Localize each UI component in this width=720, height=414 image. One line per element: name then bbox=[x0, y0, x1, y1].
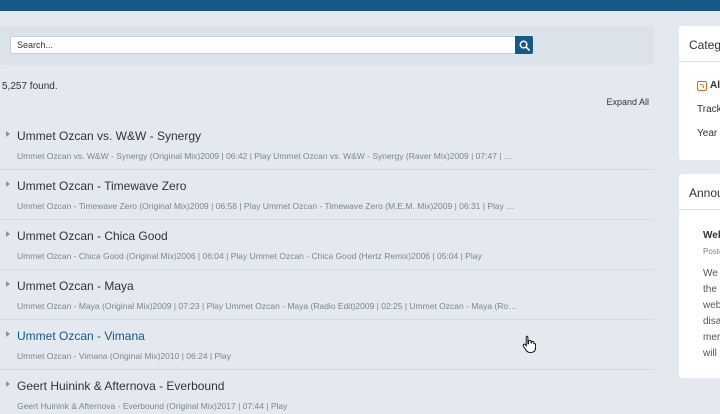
list-item: Ummet Ozcan - Vimana Ummet Ozcan - Viman… bbox=[0, 320, 654, 370]
categories-heading: Categ bbox=[679, 26, 720, 62]
expand-arrow-icon[interactable] bbox=[6, 281, 10, 287]
announcement-text-line: disa bbox=[703, 316, 720, 327]
category-item-track[interactable]: Track bbox=[697, 104, 720, 115]
announcement-posted: Poste bbox=[703, 247, 720, 256]
expand-arrow-icon[interactable] bbox=[6, 181, 10, 187]
announcement-text-line: will bbox=[703, 348, 717, 359]
list-item: Ummet Ozcan vs. W&W - Synergy Ummet Ozca… bbox=[0, 120, 654, 170]
category-item-all[interactable]: Al bbox=[697, 80, 720, 91]
categories-card: Categ Track Year bbox=[679, 26, 720, 160]
results-count: 5,257 found. bbox=[2, 81, 58, 92]
list-item: Ummet Ozcan - Timewave Zero Ummet Ozcan … bbox=[0, 170, 654, 220]
result-title[interactable]: Ummet Ozcan - Timewave Zero bbox=[17, 179, 186, 193]
category-all-label: Al bbox=[710, 80, 720, 91]
expand-arrow-icon[interactable] bbox=[6, 131, 10, 137]
list-item: Ummet Ozcan - Chica Good Ummet Ozcan - C… bbox=[0, 220, 654, 270]
result-meta: Ummet Ozcan - Timewave Zero (Original Mi… bbox=[17, 201, 517, 211]
announcement-text-line: mer bbox=[703, 332, 720, 343]
top-nav-bar bbox=[0, 0, 720, 11]
hand-cursor-icon bbox=[522, 335, 536, 353]
result-title[interactable]: Ummet Ozcan - Vimana bbox=[17, 329, 145, 343]
announcement-text-line: We bbox=[703, 268, 718, 279]
announcement-title[interactable]: Wel bbox=[703, 230, 720, 241]
expand-arrow-icon[interactable] bbox=[6, 381, 10, 387]
result-meta: Ummet Ozcan vs. W&W - Synergy (Original … bbox=[17, 151, 517, 161]
announcements-card: Annou Wel Poste We the web disa mer will bbox=[679, 174, 720, 378]
result-title[interactable]: Ummet Ozcan - Maya bbox=[17, 279, 134, 293]
rss-icon bbox=[697, 80, 707, 91]
results-list: Ummet Ozcan vs. W&W - Synergy Ummet Ozca… bbox=[0, 120, 654, 414]
expand-arrow-icon[interactable] bbox=[6, 331, 10, 337]
result-meta: Ummet Ozcan - Chica Good (Original Mix)2… bbox=[17, 251, 482, 261]
expand-arrow-icon[interactable] bbox=[6, 231, 10, 237]
announcement-text-line: the bbox=[703, 284, 717, 295]
expand-all-button[interactable]: Expand All bbox=[606, 97, 649, 107]
result-meta: Ummet Ozcan - Vimana (Original Mix)2010 … bbox=[17, 351, 232, 361]
result-title[interactable]: Geert Huinink & Afternova - Everbound bbox=[17, 379, 224, 393]
result-meta: Geert Huinink & Afternova - Everbound (O… bbox=[17, 401, 288, 411]
search-button[interactable] bbox=[515, 36, 533, 54]
result-title[interactable]: Ummet Ozcan vs. W&W - Synergy bbox=[17, 129, 201, 143]
list-item: Ummet Ozcan - Maya Ummet Ozcan - Maya (O… bbox=[0, 270, 654, 320]
search-input[interactable] bbox=[10, 36, 516, 54]
result-meta: Ummet Ozcan - Maya (Original Mix)2009 | … bbox=[17, 301, 517, 311]
announcements-heading: Annou bbox=[679, 174, 720, 210]
category-item-year[interactable]: Year bbox=[697, 128, 717, 139]
search-icon bbox=[519, 40, 530, 51]
result-title[interactable]: Ummet Ozcan - Chica Good bbox=[17, 229, 168, 243]
announcement-text-line: web bbox=[703, 300, 720, 311]
list-item: Geert Huinink & Afternova - Everbound Ge… bbox=[0, 370, 654, 414]
